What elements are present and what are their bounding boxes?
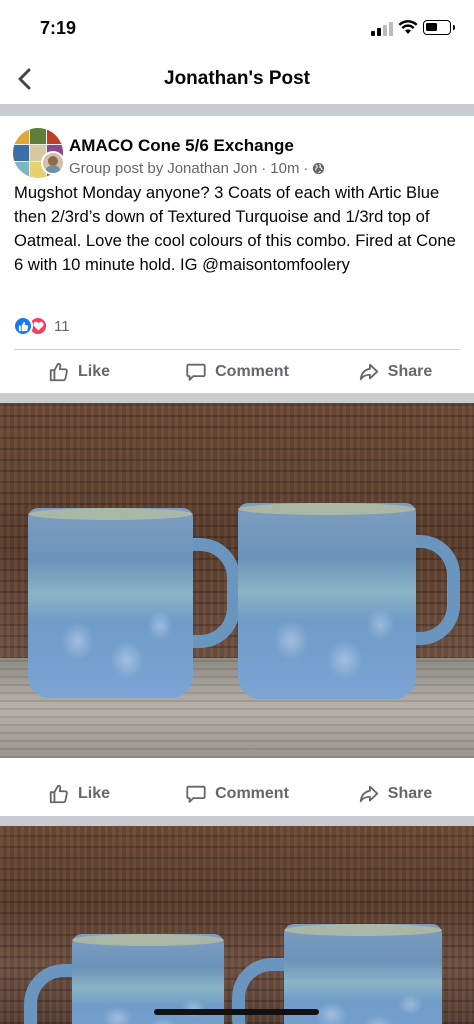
page-title: Jonathan's Post	[164, 68, 310, 89]
nav-header: Jonathan's Post	[0, 54, 474, 104]
home-indicator[interactable]	[154, 1009, 319, 1015]
post-photo[interactable]	[0, 826, 474, 1024]
section-divider	[0, 393, 474, 403]
meta-separator: ·	[303, 160, 309, 177]
share-label: Share	[387, 363, 433, 380]
like-label: Like	[77, 785, 110, 802]
share-arrow-icon	[359, 363, 378, 381]
comment-button[interactable]: Comment	[158, 351, 316, 393]
section-divider	[0, 816, 474, 826]
mug-right	[238, 503, 460, 699]
post-time[interactable]: 10m	[270, 160, 299, 177]
author-avatar[interactable]	[41, 151, 65, 175]
like-reaction-icon	[13, 316, 33, 336]
speech-bubble-icon	[186, 785, 206, 803]
post-photo[interactable]	[0, 403, 474, 758]
comment-label: Comment	[215, 363, 289, 380]
globe-icon	[313, 162, 325, 175]
like-button[interactable]: Like	[0, 351, 158, 393]
like-button[interactable]: Like	[0, 773, 158, 815]
share-button[interactable]: Share	[316, 351, 474, 393]
meta-separator: ·	[261, 160, 267, 177]
share-button[interactable]: Share	[316, 773, 474, 815]
battery-icon	[423, 20, 455, 35]
speech-bubble-icon	[186, 363, 206, 381]
like-label: Like	[77, 363, 110, 380]
thumbs-up-icon	[49, 362, 68, 382]
section-divider	[0, 104, 474, 116]
author-name-link[interactable]: Jonathan Jon	[167, 160, 257, 177]
divider	[14, 349, 460, 350]
reactions-summary[interactable]: 11	[13, 316, 70, 336]
action-bar: Like Comment Share	[0, 773, 474, 815]
wifi-icon	[398, 20, 418, 34]
reaction-count: 11	[54, 317, 70, 335]
post-body-text: Mugshot Monday anyone? 3 Coats of each w…	[14, 183, 456, 274]
group-name-link[interactable]: AMACO Cone 5/6 Exchange	[69, 136, 294, 156]
action-bar: Like Comment Share	[0, 351, 474, 393]
post-meta: Group post by Jonathan Jon · 10m ·	[69, 160, 325, 177]
status-bar: 7:19	[0, 0, 474, 54]
meta-prefix: Group post by	[69, 160, 164, 177]
share-label: Share	[387, 785, 433, 802]
share-arrow-icon	[359, 785, 378, 803]
signal-icon	[371, 22, 393, 36]
status-time: 7:19	[40, 18, 77, 38]
comment-label: Comment	[215, 785, 289, 802]
mug-left	[28, 508, 240, 698]
thumbs-up-icon	[49, 784, 68, 804]
comment-button[interactable]: Comment	[158, 773, 316, 815]
